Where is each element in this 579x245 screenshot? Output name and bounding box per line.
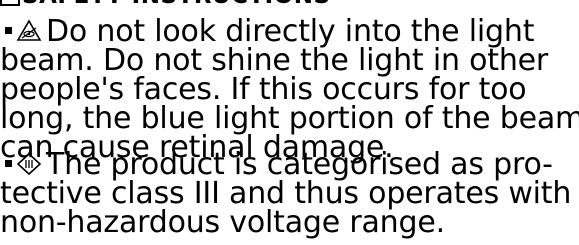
heading-marker-icon: [0, 0, 20, 6]
safety-item-line: long, the blue light portion of the beam: [0, 101, 579, 136]
safety-item-line: Do not look directly into the light: [0, 17, 575, 47]
bullet-icon: [5, 27, 12, 34]
safety-item-line: non-hazardous voltage range.: [0, 205, 445, 240]
safety-item-line: The product is categorised as pro-: [0, 150, 575, 180]
safety-item-line: beam. Do not shine the light in other: [0, 43, 549, 78]
bullet-icon: [5, 160, 12, 167]
section-heading: SAFETY INSTRUCTIONS: [0, 0, 331, 9]
safety-item-line: tective class III and thus operates with…: [0, 176, 579, 211]
safety-item-line: people's faces. If this occurs for too: [0, 72, 527, 107]
safety-item: The product is categorised as pro- tecti…: [0, 150, 579, 240]
safety-item: Do not look directly into the light beam…: [0, 17, 579, 163]
section-heading-text: SAFETY INSTRUCTIONS: [22, 0, 331, 9]
